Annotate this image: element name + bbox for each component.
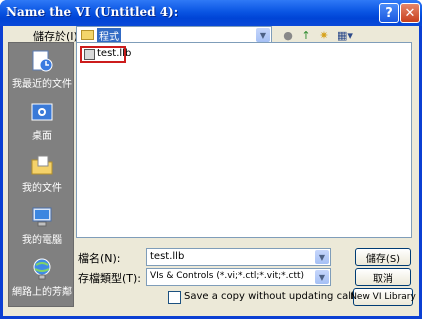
place-label: 網路上的芳鄰: [12, 287, 72, 298]
help-button[interactable]: ?: [379, 3, 399, 23]
filename-combo[interactable]: test.llb ▼: [146, 248, 331, 266]
place-my-computer[interactable]: 我的電腦: [9, 201, 75, 251]
new-vi-library-button[interactable]: New VI Library: [350, 288, 416, 306]
place-label: 我的文件: [22, 183, 62, 194]
llb-file-icon: [84, 49, 95, 60]
title-bar[interactable]: Name the VI (Untitled 4): ? ✕: [0, 0, 422, 26]
save-copy-label: Save a copy without updating callers.: [184, 291, 373, 302]
dialog-body: 儲存於(I): 程式 ▼ ● ↑ ✷ ▦▾ 我最近的文件 桌面 我的文件 我的電…: [3, 26, 419, 316]
chevron-down-icon[interactable]: ▼: [256, 28, 270, 42]
save-dialog-window: Name the VI (Untitled 4): ? ✕ 儲存於(I): 程式…: [0, 0, 422, 319]
my-documents-icon: [31, 155, 53, 175]
filetype-value: VIs & Controls (*.vi;*.ctl;*.vit;*.ctt): [150, 271, 305, 281]
save-in-value: 程式: [97, 28, 121, 43]
up-folder-icon[interactable]: ↑: [298, 27, 314, 43]
close-button[interactable]: ✕: [400, 3, 420, 23]
place-label: 我最近的文件: [12, 79, 72, 90]
desktop-icon: [31, 103, 53, 121]
filename-value: test.llb: [150, 251, 185, 262]
place-network[interactable]: 網路上的芳鄰: [9, 253, 75, 303]
my-computer-icon: [32, 207, 52, 227]
view-menu-icon[interactable]: ▦▾: [334, 27, 356, 43]
file-item-test-llb[interactable]: test.llb: [80, 46, 131, 63]
new-folder-icon[interactable]: ✷: [316, 27, 332, 43]
filename-label: 檔名(N):: [78, 252, 121, 265]
place-recent-documents[interactable]: 我最近的文件: [9, 45, 75, 95]
recent-documents-icon: [32, 50, 53, 72]
folder-icon: [81, 30, 94, 40]
save-button[interactable]: 儲存(S): [355, 248, 411, 266]
network-places-icon: [33, 258, 51, 280]
back-icon[interactable]: ●: [280, 27, 296, 43]
places-bar: 我最近的文件 桌面 我的文件 我的電腦 網路上的芳鄰: [8, 42, 74, 307]
window-title: Name the VI (Untitled 4):: [6, 5, 179, 19]
chevron-down-icon[interactable]: ▼: [315, 270, 329, 284]
place-desktop[interactable]: 桌面: [9, 97, 75, 147]
save-copy-checkbox[interactable]: [168, 291, 181, 304]
filetype-combo[interactable]: VIs & Controls (*.vi;*.ctl;*.vit;*.ctt) …: [146, 268, 331, 286]
cancel-button[interactable]: 取消: [355, 268, 411, 286]
place-label: 我的電腦: [22, 235, 62, 246]
file-name: test.llb: [97, 48, 132, 59]
file-list[interactable]: test.llb: [76, 42, 412, 238]
filetype-label: 存檔類型(T):: [78, 272, 142, 285]
place-my-documents[interactable]: 我的文件: [9, 149, 75, 199]
chevron-down-icon[interactable]: ▼: [315, 250, 329, 264]
place-label: 桌面: [32, 131, 52, 142]
